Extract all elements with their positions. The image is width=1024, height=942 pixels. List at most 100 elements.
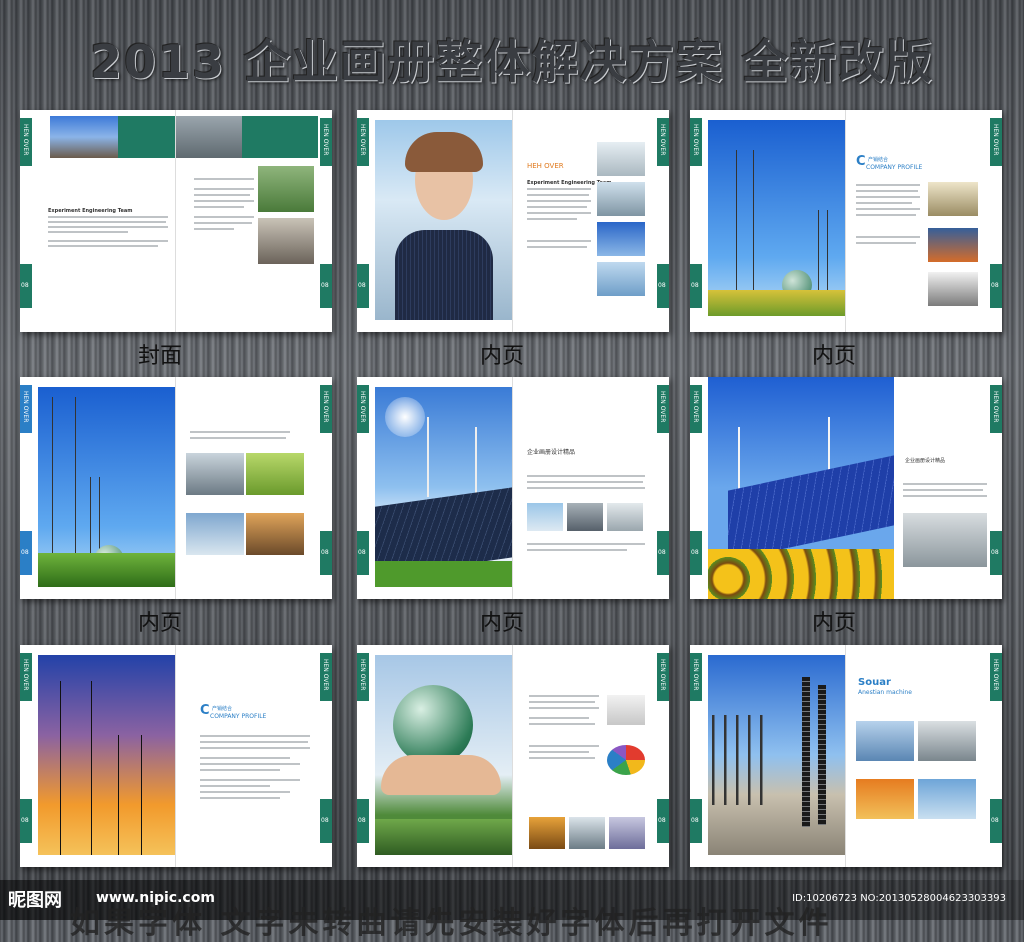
page-number: 08 [358, 549, 366, 556]
text-line [529, 751, 589, 753]
tab-label: HEN OVER [692, 391, 699, 423]
text-line [48, 240, 168, 242]
section-title: Experiment Engineering Team [48, 208, 133, 214]
tab-bottom: 08 [690, 531, 702, 575]
text-line [527, 475, 645, 477]
text-line [856, 214, 916, 216]
solar-panel-shape [728, 455, 894, 561]
tab-bottom: 08 [320, 799, 332, 843]
text-line [529, 745, 599, 747]
text-line [200, 735, 310, 737]
substation-thumb [609, 817, 645, 849]
shirt-shape [395, 230, 493, 320]
tab-bottom: 08 [357, 531, 369, 575]
tab-bottom: 08 [357, 799, 369, 843]
sunset-tower-thumb [246, 513, 304, 555]
globe-shape [393, 685, 473, 765]
people-thumb [607, 695, 645, 725]
tab-top: HEN OVER [690, 118, 702, 166]
text-line [194, 206, 244, 208]
site-url[interactable]: www.nipic.com [96, 890, 215, 906]
company-profile-c: C [856, 154, 866, 169]
brochure-inner-5[interactable]: HEN OVER 08 HEN OVER 08 企业画册设计精品 [690, 377, 1002, 599]
pie-chart-icon [607, 745, 645, 775]
insulator-shape [802, 677, 810, 827]
brochure-inner-4[interactable]: HEN OVER 08 HEN OVER 08 企业画册设计精品 [357, 377, 669, 599]
brochure-inner-6[interactable]: HEN OVER 08 HEN OVER 08 C 产销结合 COMPANY P… [20, 645, 332, 867]
tab-bottom: 08 [20, 264, 32, 308]
right-page: HEN OVER 08 企业画册设计精品 [512, 377, 669, 599]
tower-shape [818, 210, 828, 290]
tab-top: HEN OVER [657, 653, 669, 701]
tab-label: HEN OVER [322, 391, 329, 423]
tower-thumb [569, 817, 605, 849]
tab-bottom: 08 [657, 531, 669, 575]
text-line [527, 543, 645, 545]
text-line [200, 797, 280, 799]
text-line [529, 723, 595, 725]
tab-top: HEN OVER [657, 118, 669, 166]
caption-inner: 内页 [138, 611, 183, 636]
tower-thumb [607, 503, 643, 531]
turbine-thumb [527, 503, 563, 531]
tab-bottom: 08 [320, 264, 332, 308]
text-line [856, 236, 920, 238]
tab-label: HEN OVER [359, 659, 366, 691]
text-line [856, 184, 920, 186]
tab-label: HEN OVER [992, 391, 999, 423]
text-line [48, 226, 168, 228]
village-photo [258, 166, 314, 212]
brochure-inner-3[interactable]: HEN OVER 08 HEN OVER 08 [20, 377, 332, 599]
text-line [48, 231, 128, 233]
text-line [200, 741, 308, 743]
text-line [48, 216, 168, 218]
tab-label: HEN OVER [692, 124, 699, 156]
caption-cover: 封面 [138, 344, 183, 369]
text-line [529, 707, 599, 709]
tab-top: HEN OVER [990, 118, 1002, 166]
brochure-inner-7[interactable]: HEN OVER 08 HEN OVER 08 [357, 645, 669, 867]
text-line [529, 757, 595, 759]
text-line [856, 242, 916, 244]
tab-top: HEN OVER [357, 385, 369, 433]
text-line [903, 489, 983, 491]
operator-headset-photo [375, 120, 513, 320]
text-line [856, 208, 920, 210]
turbine-shape [475, 427, 477, 497]
substation-path-photo [708, 655, 846, 855]
text-line [194, 228, 234, 230]
tab-bottom: 08 [320, 531, 332, 575]
equipment-thumb [529, 817, 565, 849]
page-number: 08 [21, 549, 29, 556]
tower-thumb [186, 513, 244, 555]
text-line [527, 206, 587, 208]
text-line [194, 216, 254, 218]
brochure-inner-2[interactable]: HEN OVER 08 HEN OVER 08 C 产销结合 COMPANY P… [690, 110, 1002, 332]
tab-top: HEN OVER [20, 118, 32, 166]
right-page: HEN OVER 08 C 产销结合 COMPANY PROFILE [845, 110, 1002, 332]
company-profile-label: COMPANY PROFILE [866, 164, 923, 171]
brochure-inner-8[interactable]: HEN OVER 08 HEN OVER 08 Souar Anestian m… [690, 645, 1002, 867]
text-line [190, 437, 286, 439]
tab-top: HEN OVER [20, 385, 32, 433]
heh-over-label: HEH OVER [527, 162, 564, 170]
cable-thumb [928, 272, 978, 306]
brochure-inner-1[interactable]: HEN OVER 08 HEN OVER 08 HEH OVER Experim… [357, 110, 669, 332]
brochure-cover[interactable]: HEN OVER 08 Experiment Engineering Team … [20, 110, 332, 332]
left-page: HEN OVER 08 [357, 110, 513, 332]
green-banner [242, 116, 318, 158]
caption-inner: 内页 [812, 344, 857, 369]
text-line [200, 779, 300, 781]
text-line [194, 200, 254, 202]
page-number: 08 [691, 817, 699, 824]
tab-bottom: 08 [690, 799, 702, 843]
tab-top: HEN OVER [320, 118, 332, 166]
equipment-thumb [928, 182, 978, 216]
tab-top: HEN OVER [990, 385, 1002, 433]
hand-shape [381, 755, 501, 795]
left-page: HEN OVER 08 [690, 645, 846, 867]
text-line [527, 200, 591, 202]
text-line [194, 188, 254, 190]
tab-top: HEN OVER [20, 653, 32, 701]
tab-label: HEN OVER [22, 659, 29, 691]
